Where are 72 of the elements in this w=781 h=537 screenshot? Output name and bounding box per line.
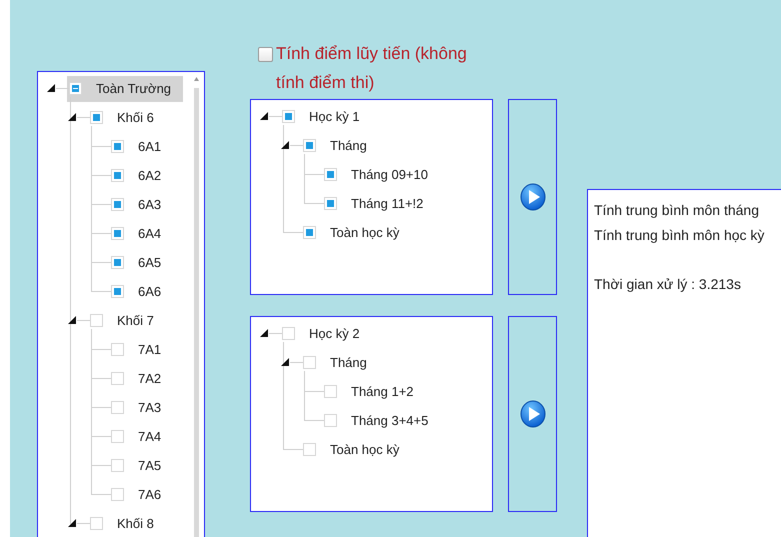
checkbox[interactable] xyxy=(258,47,273,62)
checkbox[interactable] xyxy=(303,139,316,152)
play-button[interactable] xyxy=(508,316,557,512)
checkbox[interactable] xyxy=(111,459,124,472)
checkbox[interactable] xyxy=(111,343,124,356)
checkbox[interactable] xyxy=(282,110,295,123)
checkbox[interactable] xyxy=(324,168,337,181)
tree-item-label[interactable]: 7A6 xyxy=(138,487,162,502)
checkbox[interactable] xyxy=(111,488,124,501)
collapse-icon[interactable] xyxy=(47,84,55,93)
tree-item-label[interactable]: Tháng 1+2 xyxy=(351,384,414,399)
collapse-icon[interactable] xyxy=(68,316,76,325)
checkbox[interactable] xyxy=(303,356,316,369)
play-icon xyxy=(520,183,546,211)
checkbox[interactable] xyxy=(111,430,124,443)
processing-time-text: Thời gian xử lý : 3.213s xyxy=(594,275,742,294)
collapse-icon[interactable] xyxy=(68,113,76,122)
collapse-icon[interactable] xyxy=(260,112,268,121)
tree-item-label[interactable]: 6A2 xyxy=(138,168,162,183)
tree-item-label[interactable]: 6A1 xyxy=(138,139,162,154)
tree-item-label[interactable]: Khối 6 xyxy=(117,110,154,125)
scroll-up-icon[interactable] xyxy=(193,76,200,82)
selected-row-highlight[interactable]: Toàn Trường xyxy=(67,76,184,102)
checkbox[interactable] xyxy=(303,226,316,239)
checkbox[interactable] xyxy=(303,443,316,456)
tree-item-label[interactable]: Toàn học kỳ xyxy=(330,442,400,457)
checkbox-label[interactable]: Tính điểm lũy tiến (không tính điểm thi) xyxy=(276,39,476,97)
checkbox[interactable] xyxy=(111,169,124,182)
checkbox[interactable] xyxy=(111,227,124,240)
checkbox[interactable] xyxy=(111,198,124,211)
checkbox[interactable] xyxy=(111,401,124,414)
tree-item-label[interactable]: Tháng 11+!2 xyxy=(351,196,424,211)
play-icon xyxy=(520,400,546,428)
checkbox[interactable] xyxy=(324,197,337,210)
collapse-icon[interactable] xyxy=(281,358,289,367)
tree-item-label[interactable]: 7A5 xyxy=(138,458,162,473)
checkbox[interactable] xyxy=(111,285,124,298)
tree-item-label[interactable]: Học kỳ 2 xyxy=(309,326,360,341)
checkbox[interactable] xyxy=(90,111,103,124)
tree-item-label[interactable]: 7A3 xyxy=(138,400,162,415)
collapse-icon[interactable] xyxy=(260,329,268,338)
checkbox[interactable] xyxy=(324,385,337,398)
scrollbar[interactable] xyxy=(193,76,200,537)
tree-item-label[interactable]: 7A4 xyxy=(138,429,162,444)
tree-item-label[interactable]: 7A2 xyxy=(138,371,162,386)
tree-item-label[interactable]: Khối 8 xyxy=(117,516,154,531)
tree-item-label[interactable]: Toàn Trường xyxy=(96,81,172,96)
tree-item-label[interactable]: 7A1 xyxy=(138,342,162,357)
tree-item-label[interactable]: Tháng xyxy=(330,355,367,370)
tree-item-label[interactable]: 6A5 xyxy=(138,255,162,270)
tree-item-label[interactable]: Học kỳ 1 xyxy=(309,109,360,124)
tree-item-label[interactable]: 6A3 xyxy=(138,197,162,212)
checkbox[interactable] xyxy=(90,517,103,530)
checkbox[interactable] xyxy=(111,140,124,153)
checkbox[interactable] xyxy=(69,82,82,95)
tree-item-label[interactable]: Tháng 3+4+5 xyxy=(351,413,428,428)
tree-item-label[interactable]: 6A6 xyxy=(138,284,162,299)
collapse-icon[interactable] xyxy=(68,519,76,528)
result-text: Tính trung bình môn học kỳ xyxy=(594,226,766,245)
checkbox[interactable] xyxy=(282,327,295,340)
tree-item-label[interactable]: 6A4 xyxy=(138,226,162,241)
collapse-icon[interactable] xyxy=(281,141,289,150)
tree-item-label[interactable]: Toàn học kỳ xyxy=(330,225,400,240)
checkbox[interactable] xyxy=(90,314,103,327)
checkbox[interactable] xyxy=(111,372,124,385)
tree-item-label[interactable]: Tháng xyxy=(330,138,367,153)
checkbox[interactable] xyxy=(111,256,124,269)
play-button[interactable] xyxy=(508,99,557,295)
checkbox[interactable] xyxy=(324,414,337,427)
tree-item-label[interactable]: Tháng 09+10 xyxy=(351,167,428,182)
result-text: Tính trung bình môn tháng xyxy=(594,201,760,220)
tree-item-label[interactable]: Khối 7 xyxy=(117,313,154,328)
